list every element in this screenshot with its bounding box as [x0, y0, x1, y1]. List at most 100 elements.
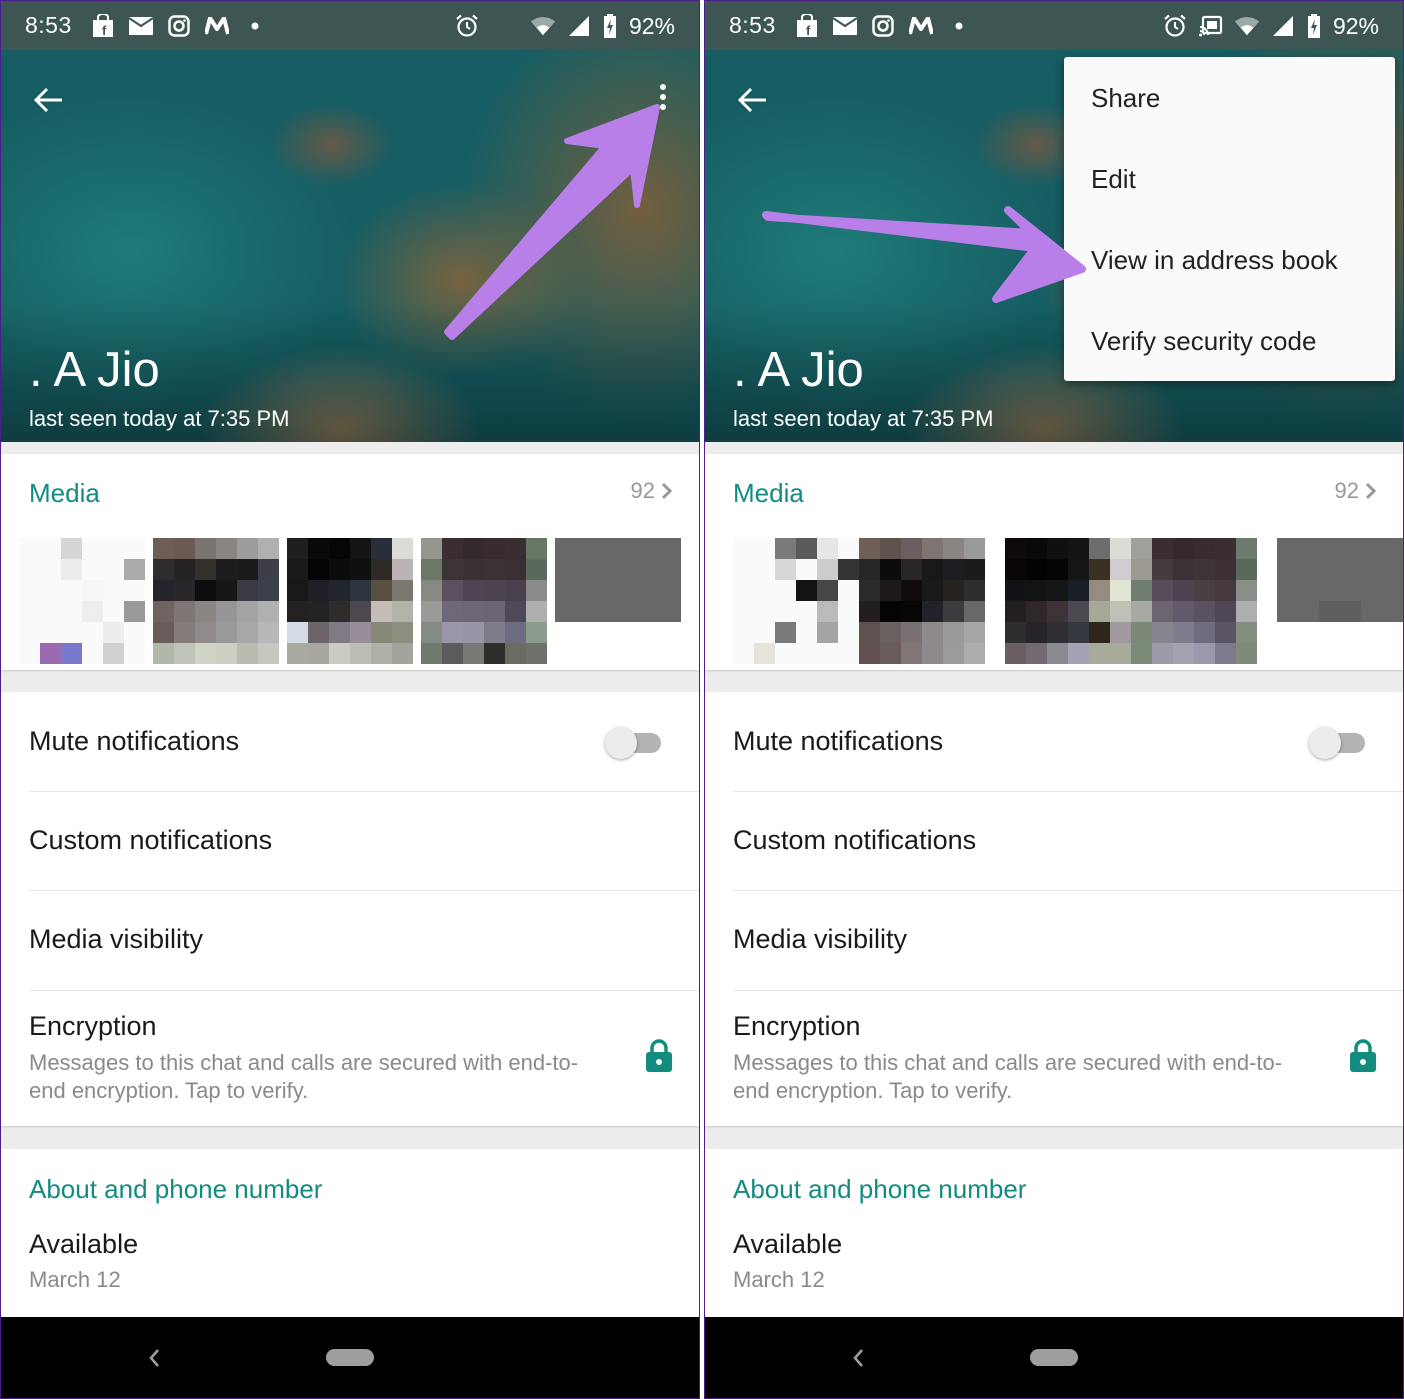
- about-date: March 12: [29, 1267, 121, 1292]
- chevron-right-icon: [1365, 482, 1377, 500]
- media-count-link[interactable]: 92: [631, 478, 673, 504]
- mute-notifications-toggle[interactable]: [605, 727, 661, 759]
- more-vert-icon-dot: [660, 84, 666, 90]
- mute-notifications-label: Mute notifications: [733, 726, 944, 756]
- nav-back-button[interactable]: [141, 1343, 167, 1373]
- media-count: 92: [630, 478, 655, 503]
- status-time: 8:53: [729, 12, 776, 38]
- custom-notifications-label: Custom notifications: [29, 825, 273, 855]
- wifi-icon: [1234, 14, 1259, 38]
- chat-settings-section: Mute notifications Custom notifications …: [705, 692, 1403, 1126]
- more-vert-icon-dot: [660, 94, 666, 100]
- menu-item-label: Verify security code: [1091, 326, 1317, 356]
- alarm-icon: [1163, 14, 1187, 38]
- media-thumbnail[interactable]: [421, 538, 547, 664]
- status-time: 8:53: [25, 12, 72, 38]
- cell-signal-icon: [1271, 14, 1295, 38]
- overflow-menu: Share Edit View in address book Verify s…: [1064, 57, 1395, 381]
- encryption-label: Encryption: [733, 1011, 861, 1041]
- contact-name: . A Jio: [29, 343, 160, 397]
- encryption-label: Encryption: [29, 1011, 157, 1041]
- about-title: About and phone number: [29, 1174, 323, 1204]
- media-thumbnail[interactable]: [1277, 538, 1403, 664]
- alarm-icon: [455, 14, 479, 38]
- last-seen-status: last seen today at 7:35 PM: [733, 406, 994, 431]
- back-button[interactable]: [29, 80, 69, 120]
- about-status[interactable]: Available: [733, 1229, 842, 1260]
- media-visibility-label: Media visibility: [733, 924, 908, 954]
- lock-icon[interactable]: [645, 1039, 673, 1073]
- battery-charging-icon: [603, 14, 617, 38]
- chat-settings-section: Mute notifications Custom notifications …: [1, 692, 699, 1126]
- dot-icon: [947, 14, 971, 38]
- media-visibility-label: Media visibility: [29, 924, 204, 954]
- media-thumbnail[interactable]: [555, 538, 681, 664]
- menu-item-label: View in address book: [1091, 245, 1338, 275]
- chevron-left-icon: [853, 1349, 863, 1367]
- encryption-description: Messages to this chat and calls are secu…: [733, 1050, 1283, 1103]
- svg-text:f: f: [102, 23, 107, 38]
- battery-percent: 92%: [628, 12, 675, 39]
- shopping-bag-icon: f: [91, 14, 115, 38]
- more-vert-icon-dot: [660, 104, 666, 110]
- media-visibility-row[interactable]: Media visibility: [733, 891, 1403, 990]
- media-thumbnails: [19, 538, 681, 664]
- more-options-button[interactable]: [651, 80, 675, 114]
- myntra-icon: [909, 14, 933, 38]
- instagram-icon: [871, 14, 895, 38]
- media-section: Media 92: [705, 454, 1403, 670]
- contact-header-photo[interactable]: . A Jio last seen today at 7:35 PM: [1, 50, 699, 442]
- lock-icon[interactable]: [1349, 1039, 1377, 1073]
- dot-icon: [243, 14, 267, 38]
- svg-text:f: f: [806, 23, 811, 38]
- encryption-row[interactable]: Encryption Messages to this chat and cal…: [1, 991, 699, 1126]
- about-section: About and phone number Available March 1…: [705, 1149, 1403, 1317]
- media-thumbnail[interactable]: [1005, 538, 1257, 664]
- menu-item-label: Share: [1091, 83, 1161, 113]
- nav-home-button[interactable]: [326, 1349, 374, 1366]
- menu-item-label: Edit: [1091, 164, 1136, 194]
- encryption-description: Messages to this chat and calls are secu…: [29, 1050, 579, 1103]
- media-thumbnail[interactable]: [19, 538, 145, 664]
- screen-with-menu: 8:53 f 92% . A Jio last seen today at 7:…: [704, 0, 1404, 1399]
- navigation-bar: [705, 1317, 1403, 1398]
- media-title: Media: [29, 478, 100, 508]
- media-count: 92: [1334, 478, 1359, 503]
- cell-signal-icon: [567, 14, 591, 38]
- mute-notifications-row[interactable]: Mute notifications: [29, 692, 699, 791]
- back-button[interactable]: [733, 80, 773, 120]
- cast-icon: [1198, 14, 1223, 38]
- media-thumbnail[interactable]: [287, 538, 413, 664]
- mail-icon: [129, 14, 153, 38]
- battery-charging-icon: [1307, 14, 1321, 38]
- menu-item-view-in-address-book[interactable]: View in address book: [1064, 219, 1395, 300]
- status-bar: 8:53 f 92%: [705, 1, 1403, 50]
- about-status[interactable]: Available: [29, 1229, 138, 1260]
- custom-notifications-label: Custom notifications: [733, 825, 977, 855]
- menu-item-verify-security-code[interactable]: Verify security code: [1064, 300, 1395, 381]
- media-thumbnail[interactable]: [153, 538, 279, 664]
- arrow-left-icon: [738, 87, 766, 113]
- custom-notifications-row[interactable]: Custom notifications: [29, 792, 699, 891]
- menu-item-share[interactable]: Share: [1064, 57, 1395, 138]
- contact-name: . A Jio: [733, 343, 864, 397]
- chevron-left-icon: [149, 1349, 159, 1367]
- arrow-left-icon: [34, 87, 62, 113]
- toggle-thumb: [1309, 727, 1341, 759]
- chevron-right-icon: [661, 482, 673, 500]
- custom-notifications-row[interactable]: Custom notifications: [733, 792, 1403, 891]
- about-section: About and phone number Available March 1…: [1, 1149, 699, 1317]
- nav-home-button[interactable]: [1030, 1349, 1078, 1366]
- nav-back-button[interactable]: [845, 1343, 871, 1373]
- media-thumbnail[interactable]: [733, 538, 985, 664]
- encryption-row[interactable]: Encryption Messages to this chat and cal…: [705, 991, 1403, 1126]
- wifi-icon: [530, 14, 555, 38]
- mute-notifications-toggle[interactable]: [1309, 727, 1365, 759]
- menu-item-edit[interactable]: Edit: [1064, 138, 1395, 219]
- mute-notifications-row[interactable]: Mute notifications: [733, 692, 1403, 791]
- media-count-link[interactable]: 92: [1335, 478, 1377, 504]
- media-visibility-row[interactable]: Media visibility: [29, 891, 699, 990]
- navigation-bar: [1, 1317, 699, 1398]
- mail-icon: [833, 14, 857, 38]
- mute-notifications-label: Mute notifications: [29, 726, 240, 756]
